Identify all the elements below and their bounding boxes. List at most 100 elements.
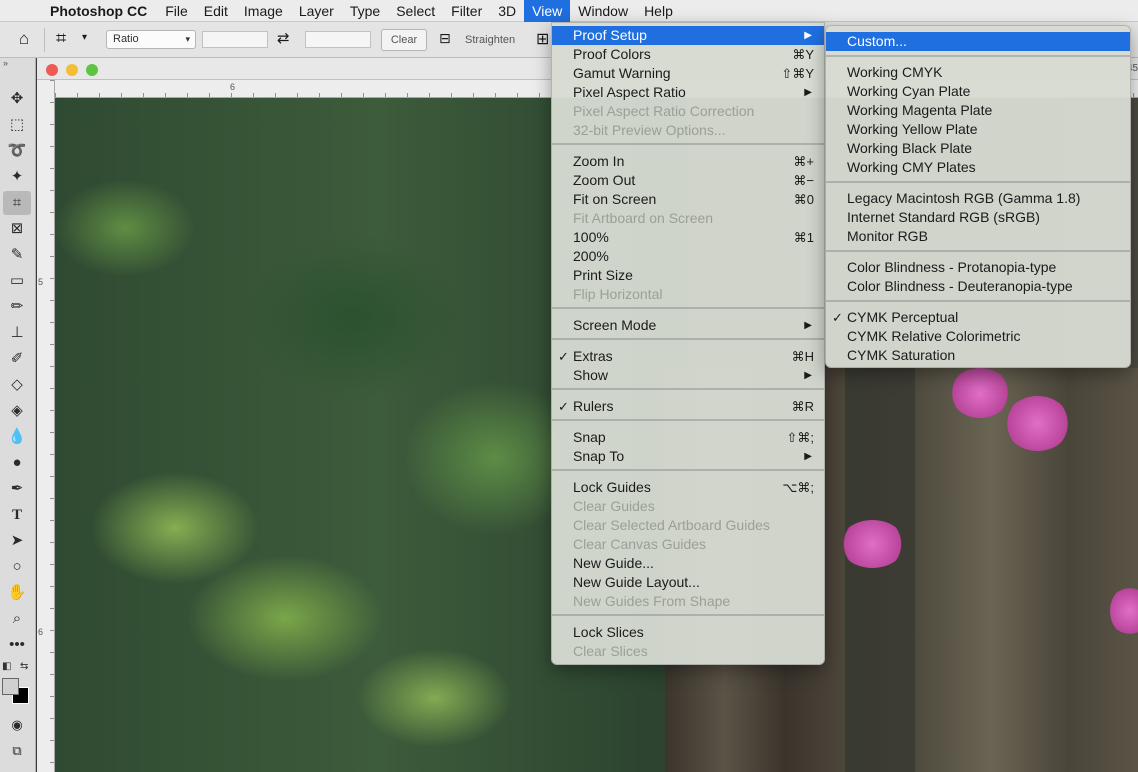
proof-item-color-blindness-protanopia[interactable]: Color Blindness - Protanopia-type bbox=[826, 258, 1130, 277]
view-menu-item-rulers[interactable]: ✓ Rulers ⌘R bbox=[552, 397, 824, 416]
clear-button[interactable]: Clear bbox=[381, 29, 427, 51]
straighten-icon[interactable]: ⊟ bbox=[439, 30, 451, 47]
view-menu-item-zoom-in[interactable]: Zoom In ⌘+ bbox=[552, 152, 824, 171]
vertical-ruler[interactable]: 5 6 bbox=[37, 80, 55, 772]
eraser-tool-icon[interactable]: ◇ bbox=[3, 373, 31, 397]
proof-item-working-black-plate[interactable]: Working Black Plate bbox=[826, 139, 1130, 158]
blur-tool-icon[interactable]: 💧 bbox=[3, 425, 31, 449]
magic-wand-tool-icon[interactable]: ✦ bbox=[3, 165, 31, 189]
view-menu-item-extras[interactable]: ✓ Extras ⌘H bbox=[552, 347, 824, 366]
menu-type[interactable]: Type bbox=[342, 0, 388, 22]
ratio-width-input[interactable] bbox=[202, 31, 268, 48]
clone-stamp-tool-icon[interactable]: ⊥ bbox=[3, 321, 31, 345]
menu-item-label: Working CMYK bbox=[847, 64, 943, 80]
straighten-label[interactable]: Straighten bbox=[465, 34, 515, 46]
view-menu-item-lock-guides[interactable]: Lock Guides ⌥⌘; bbox=[552, 478, 824, 497]
proof-item-cymk-perceptual[interactable]: ✓ CYMK Perceptual bbox=[826, 308, 1130, 327]
home-icon[interactable]: ⌂ bbox=[12, 29, 36, 51]
quick-mask-icon[interactable]: ◉ bbox=[3, 713, 31, 737]
proof-item-internet-standard-rgb[interactable]: Internet Standard RGB (sRGB) bbox=[826, 208, 1130, 227]
menu-help[interactable]: Help bbox=[636, 0, 681, 22]
more-tools-icon[interactable]: ••• bbox=[3, 633, 31, 657]
default-colors-icon[interactable]: ◧ bbox=[2, 661, 11, 672]
proof-item-working-yellow-plate[interactable]: Working Yellow Plate bbox=[826, 120, 1130, 139]
marquee-tool-icon[interactable]: ⬚ bbox=[3, 113, 31, 137]
view-menu-item-snap-to[interactable]: Snap To ▶ bbox=[552, 447, 824, 466]
view-menu-item-new-guide-layout[interactable]: New Guide Layout... bbox=[552, 573, 824, 592]
zoom-tool-icon[interactable]: ⌕ bbox=[3, 607, 31, 631]
view-menu-item-gamut-warning[interactable]: Gamut Warning ⇧⌘Y bbox=[552, 64, 824, 83]
path-selection-tool-icon[interactable]: ➤ bbox=[3, 529, 31, 553]
view-menu-item-lock-slices[interactable]: Lock Slices bbox=[552, 623, 824, 642]
crop-tool-icon[interactable]: ⌗ bbox=[3, 191, 31, 215]
proof-item-color-blindness-deuteranopia[interactable]: Color Blindness - Deuteranopia-type bbox=[826, 277, 1130, 296]
crop-preset-icon[interactable]: ⌗ bbox=[56, 28, 66, 49]
menu-separator bbox=[552, 307, 824, 309]
view-menu-item-pixel-aspect-ratio[interactable]: Pixel Aspect Ratio ▶ bbox=[552, 83, 824, 102]
proof-item-cymk-saturation[interactable]: CYMK Saturation bbox=[826, 346, 1130, 365]
menu-file[interactable]: File bbox=[157, 0, 196, 22]
move-tool-icon[interactable]: ✥ bbox=[3, 87, 31, 111]
proof-item-monitor-rgb[interactable]: Monitor RGB bbox=[826, 227, 1130, 246]
menu-item-shortcut: ⌘1 bbox=[793, 230, 814, 245]
collapse-panel-icon[interactable]: » bbox=[3, 58, 8, 68]
foreground-color-swatch[interactable] bbox=[2, 678, 19, 695]
frame-tool-icon[interactable]: ⊠ bbox=[3, 217, 31, 241]
rhododendron-flower bbox=[1005, 396, 1070, 451]
menu-select[interactable]: Select bbox=[388, 0, 443, 22]
hand-tool-icon[interactable]: ✋ bbox=[3, 581, 31, 605]
proof-item-custom[interactable]: Custom... bbox=[826, 32, 1130, 51]
pen-tool-icon[interactable]: ✒ bbox=[3, 477, 31, 501]
view-menu-item-new-guide[interactable]: New Guide... bbox=[552, 554, 824, 573]
swap-icon[interactable]: ⇄ bbox=[277, 29, 290, 47]
view-menu-item-fit-on-screen[interactable]: Fit on Screen ⌘0 bbox=[552, 190, 824, 209]
menu-edit[interactable]: Edit bbox=[196, 0, 236, 22]
view-menu-item-screen-mode[interactable]: Screen Mode ▶ bbox=[552, 316, 824, 335]
rhododendron-flower bbox=[950, 368, 1010, 418]
menu-image[interactable]: Image bbox=[236, 0, 291, 22]
view-menu-item-200-percent[interactable]: 200% bbox=[552, 247, 824, 266]
menu-window[interactable]: Window bbox=[570, 0, 636, 22]
view-menu-item-show[interactable]: Show ▶ bbox=[552, 366, 824, 385]
proof-item-working-magenta-plate[interactable]: Working Magenta Plate bbox=[826, 101, 1130, 120]
ratio-select[interactable]: Ratio ▾ bbox=[106, 30, 196, 49]
proof-item-working-cyan-plate[interactable]: Working Cyan Plate bbox=[826, 82, 1130, 101]
swap-colors-icon[interactable]: ⇆ bbox=[20, 661, 28, 672]
proof-item-working-cmyk[interactable]: Working CMYK bbox=[826, 63, 1130, 82]
ratio-height-input[interactable] bbox=[305, 31, 371, 48]
menu-3d[interactable]: 3D bbox=[490, 0, 524, 22]
proof-item-working-cmy-plates[interactable]: Working CMY Plates bbox=[826, 158, 1130, 177]
ellipse-tool-icon[interactable]: ○ bbox=[3, 555, 31, 579]
minimize-window-button[interactable] bbox=[66, 64, 78, 76]
brush-tool-icon[interactable]: ✏ bbox=[3, 295, 31, 319]
view-menu-item-snap[interactable]: Snap ⇧⌘; bbox=[552, 428, 824, 447]
view-menu-item-100-percent[interactable]: 100% ⌘1 bbox=[552, 228, 824, 247]
menu-view[interactable]: View bbox=[524, 0, 571, 22]
close-window-button[interactable] bbox=[46, 64, 58, 76]
view-menu-item-proof-colors[interactable]: Proof Colors ⌘Y bbox=[552, 45, 824, 64]
dodge-tool-icon[interactable]: ● bbox=[3, 451, 31, 475]
screen-mode-icon[interactable]: ⧉ bbox=[3, 739, 31, 763]
view-menu-item-proof-setup[interactable]: Proof Setup ▶ bbox=[552, 26, 824, 45]
proof-item-cymk-relative-colorimetric[interactable]: CYMK Relative Colorimetric bbox=[826, 327, 1130, 346]
eyedropper-tool-icon[interactable]: ✎ bbox=[3, 243, 31, 267]
menu-item-shortcut: ⌘+ bbox=[793, 154, 814, 169]
zoom-window-button[interactable] bbox=[86, 64, 98, 76]
view-menu-item-zoom-out[interactable]: Zoom Out ⌘− bbox=[552, 171, 824, 190]
lasso-tool-icon[interactable]: ➰ bbox=[3, 139, 31, 163]
overlay-grid-icon[interactable]: ⊞ bbox=[536, 29, 549, 49]
menu-item-label: Proof Colors bbox=[573, 46, 651, 62]
chevron-down-icon[interactable]: ▾ bbox=[82, 32, 87, 43]
app-name-menu[interactable]: Photoshop CC bbox=[46, 3, 157, 19]
type-tool-icon[interactable]: T bbox=[3, 503, 31, 527]
ratio-select-value: Ratio bbox=[113, 33, 139, 45]
view-menu-item-print-size[interactable]: Print Size bbox=[552, 266, 824, 285]
proof-item-legacy-macintosh-rgb[interactable]: Legacy Macintosh RGB (Gamma 1.8) bbox=[826, 189, 1130, 208]
view-menu-item-clear-canvas-guides: Clear Canvas Guides bbox=[552, 535, 824, 554]
healing-brush-tool-icon[interactable]: ▭ bbox=[3, 269, 31, 293]
menu-separator bbox=[826, 55, 1130, 57]
menu-filter[interactable]: Filter bbox=[443, 0, 490, 22]
paint-bucket-tool-icon[interactable]: ◈ bbox=[3, 399, 31, 423]
history-brush-tool-icon[interactable]: ✐ bbox=[3, 347, 31, 371]
menu-layer[interactable]: Layer bbox=[291, 0, 342, 22]
